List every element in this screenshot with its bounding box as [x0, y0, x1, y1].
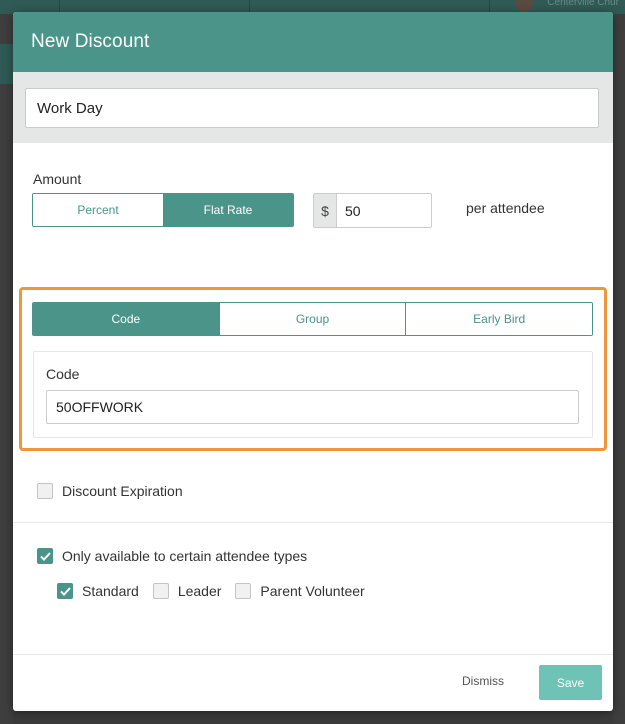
standard-checkbox[interactable]	[57, 583, 73, 599]
parent-volunteer-label: Parent Volunteer	[260, 583, 365, 599]
attendee-types-label: Only available to certain attendee types	[62, 548, 308, 564]
discount-expiration-row[interactable]: Discount Expiration	[37, 483, 183, 499]
modal-title: New Discount	[31, 31, 150, 52]
discount-expiration-checkbox[interactable]	[37, 483, 53, 499]
percent-option[interactable]: Percent	[33, 194, 163, 226]
discount-name-strip: Work Day	[13, 72, 613, 143]
amount-mode-toggle: Percent Flat Rate	[32, 193, 294, 227]
leader-label: Leader	[177, 583, 222, 599]
amount-label: Amount	[33, 171, 82, 187]
discount-expiration-label: Discount Expiration	[62, 483, 183, 499]
leader-checkbox[interactable]	[152, 583, 169, 599]
attendee-type-leader[interactable]: Leader	[152, 583, 222, 599]
check-icon	[59, 586, 71, 596]
check-icon	[39, 551, 51, 561]
modal-header: New Discount	[13, 12, 613, 72]
discount-name-input[interactable]: Work Day	[25, 88, 599, 128]
background-left-edge	[0, 14, 13, 724]
footer-divider	[13, 654, 613, 655]
background-right-edge	[613, 14, 625, 724]
standard-label: Standard	[82, 583, 139, 599]
flat-rate-option[interactable]: Flat Rate	[163, 194, 293, 226]
attendee-types-checkbox[interactable]	[37, 548, 53, 564]
code-input[interactable]: 50OFFWORK	[46, 390, 579, 424]
attendee-type-parent-volunteer[interactable]: Parent Volunteer	[235, 583, 365, 599]
amount-input-group: $ 50	[313, 193, 432, 228]
section-divider	[13, 522, 613, 523]
tab-early-bird[interactable]: Early Bird	[406, 303, 592, 335]
background-org-name: Centerville Chur	[547, 0, 619, 8]
discount-type-tabs: Code Group Early Bird	[32, 302, 593, 336]
per-attendee-label: per attendee	[466, 200, 545, 216]
attendee-type-standard[interactable]: Standard	[57, 583, 139, 599]
parent-volunteer-checkbox[interactable]	[235, 583, 252, 599]
background-stub	[0, 44, 13, 84]
amount-input[interactable]: 50	[337, 194, 431, 227]
tab-group[interactable]: Group	[219, 303, 407, 335]
save-button[interactable]: Save	[539, 665, 602, 700]
dismiss-button[interactable]: Dismiss	[462, 674, 504, 688]
tab-code[interactable]: Code	[33, 303, 220, 335]
attendee-type-options: Standard Leader Parent Volunteer	[57, 583, 379, 599]
attendee-types-row[interactable]: Only available to certain attendee types	[37, 548, 307, 564]
currency-prefix: $	[314, 194, 337, 227]
code-label: Code	[46, 366, 80, 382]
avatar	[515, 0, 533, 12]
new-discount-modal: New Discount Work Day Amount Percent Fla…	[13, 12, 613, 711]
code-panel: Code 50OFFWORK	[33, 351, 593, 438]
